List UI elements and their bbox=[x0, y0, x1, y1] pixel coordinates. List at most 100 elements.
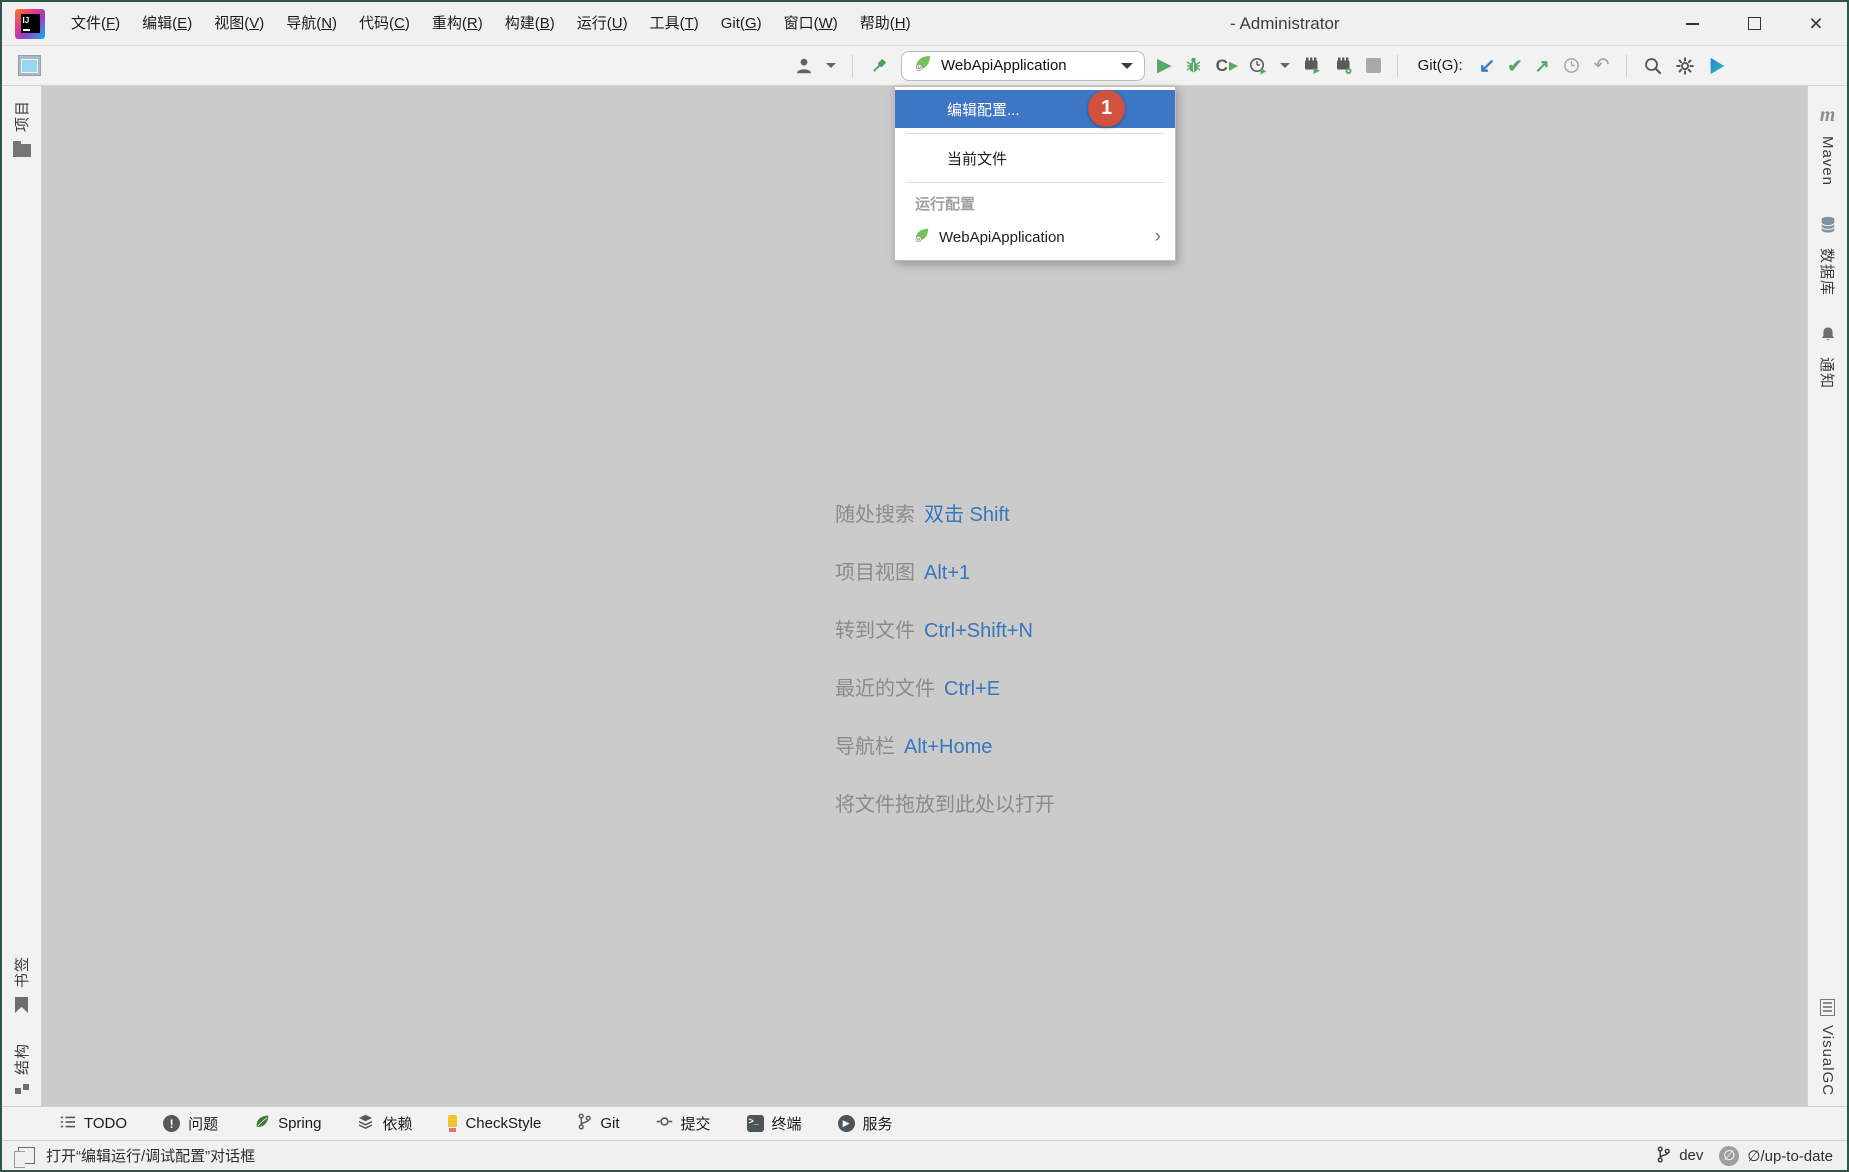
toolbar-separator bbox=[852, 55, 853, 77]
window-title: - Administrator bbox=[1230, 2, 1340, 46]
settings-gear-icon[interactable] bbox=[1675, 56, 1695, 76]
step-annotation-badge: 1 bbox=[1088, 90, 1125, 127]
plugin-logo-icon[interactable] bbox=[1707, 56, 1727, 76]
git-branch-icon bbox=[1656, 1146, 1671, 1167]
menu-git[interactable]: Git(G) bbox=[710, 2, 773, 45]
git-commit-icon[interactable]: ✔ bbox=[1507, 57, 1522, 75]
toolwindow-dependencies[interactable]: 依赖 bbox=[357, 1113, 412, 1134]
toolwindow-todo[interactable]: TODO bbox=[60, 1115, 127, 1133]
hint-navigation-bar: 导航栏 Alt+Home bbox=[835, 731, 1055, 764]
stripe-item-notifications[interactable]: 通知 bbox=[1817, 326, 1838, 389]
popup-section-run-configurations: 运行配置 bbox=[895, 188, 1175, 218]
hint-project-view: 项目视图 Alt+1 bbox=[835, 557, 1055, 590]
menu-file[interactable]: 文件(F) bbox=[60, 2, 131, 45]
bottom-tool-window-bar: TODO ! 问题 Spring 依赖 CheckStyle Git bbox=[2, 1106, 1847, 1140]
stripe-item-project[interactable]: 项目 bbox=[11, 100, 32, 157]
stripe-item-bookmarks[interactable]: 书签 bbox=[11, 956, 32, 1013]
menu-run[interactable]: 运行(U) bbox=[566, 2, 639, 45]
run-configuration-selector[interactable]: WebApiApplication bbox=[901, 51, 1145, 81]
rollback-icon-disabled: ↶ bbox=[1594, 56, 1610, 75]
git-branch-name[interactable]: dev bbox=[1679, 1147, 1703, 1164]
toolwindow-checkstyle[interactable]: CheckStyle bbox=[448, 1115, 541, 1132]
dependencies-layers-icon bbox=[357, 1113, 374, 1134]
maximize-icon bbox=[1748, 17, 1761, 30]
stop-button-disabled bbox=[1366, 58, 1381, 73]
profiler-dropdown-caret-icon[interactable] bbox=[1280, 63, 1290, 68]
spring-boot-icon bbox=[913, 54, 932, 78]
menu-help[interactable]: 帮助(H) bbox=[849, 2, 922, 45]
tool-window-toggle-icon[interactable] bbox=[18, 55, 41, 76]
window-controls: × bbox=[1661, 2, 1847, 45]
keyboard-shortcut-hints: 随处搜索 双击 Shift 项目视图 Alt+1 转到文件 Ctrl+Shift… bbox=[835, 499, 1055, 822]
stripe-item-database[interactable]: 数据库 bbox=[1817, 216, 1838, 296]
maven-stripe-label: Maven bbox=[1819, 136, 1836, 186]
notifications-stripe-label: 通知 bbox=[1817, 357, 1838, 389]
statusbar-toolwindow-icon[interactable] bbox=[18, 1147, 35, 1164]
hint-drop-files: 将文件拖放到此处以打开 bbox=[835, 789, 1055, 822]
toolwindow-commit[interactable]: 提交 bbox=[656, 1113, 711, 1134]
intellij-logo-icon: IJ bbox=[15, 9, 45, 39]
popup-item-edit-configurations[interactable]: 编辑配置... bbox=[895, 90, 1175, 128]
statusbar: 打开“编辑运行/调试配置”对话框 dev ∅ ∅/up-to-date bbox=[2, 1140, 1847, 1170]
user-account-icon[interactable] bbox=[794, 56, 814, 76]
statusbar-left: 打开“编辑运行/调试配置”对话框 bbox=[18, 1145, 255, 1166]
git-update-project-icon[interactable]: ↙ bbox=[1479, 56, 1496, 76]
git-push-icon[interactable]: ↗ bbox=[1534, 57, 1549, 75]
debug-bug-icon[interactable] bbox=[1184, 56, 1204, 76]
commit-icon bbox=[656, 1113, 673, 1134]
terminal-icon: >_ bbox=[747, 1115, 764, 1132]
services-icon: ▶ bbox=[838, 1115, 855, 1132]
menu-tools[interactable]: 工具(T) bbox=[639, 2, 710, 45]
menu-refactor[interactable]: 重构(R) bbox=[421, 2, 494, 45]
close-icon: × bbox=[1809, 12, 1822, 35]
stripe-item-structure[interactable]: 结构 bbox=[11, 1043, 32, 1094]
ide-window: IJ 文件(F) 编辑(E) 视图(V) 导航(N) 代码(C) 重构(R) 构… bbox=[0, 0, 1849, 1172]
toolbar-separator bbox=[1626, 55, 1627, 77]
project-stripe-label: 项目 bbox=[11, 100, 32, 132]
toolwindow-problems[interactable]: ! 问题 bbox=[163, 1113, 218, 1134]
main-toolbar: WebApiApplication ▶ C▶ Git(G): ↙ ✔ bbox=[2, 46, 1847, 86]
history-icon-disabled bbox=[1562, 56, 1582, 76]
spring-leaf-icon bbox=[254, 1114, 270, 1134]
git-branch-icon bbox=[577, 1113, 592, 1134]
menu-edit[interactable]: 编辑(E) bbox=[131, 2, 203, 45]
sync-status-icon[interactable]: ∅ bbox=[1719, 1146, 1739, 1166]
combo-caret-icon bbox=[1121, 63, 1133, 69]
attach-profiler-settings-icon[interactable] bbox=[1334, 56, 1354, 76]
git-toolbar-label: Git(G): bbox=[1418, 57, 1463, 74]
popup-item-webapiapplication[interactable]: WebApiApplication › bbox=[895, 218, 1175, 256]
toolwindow-git[interactable]: Git bbox=[577, 1113, 619, 1134]
statusbar-message: 打开“编辑运行/调试配置”对话框 bbox=[46, 1145, 255, 1166]
stripe-item-visualgc[interactable]: VisualGC bbox=[1819, 999, 1836, 1096]
toolwindow-services[interactable]: ▶ 服务 bbox=[838, 1113, 893, 1134]
menu-build[interactable]: 构建(B) bbox=[494, 2, 566, 45]
menu-code[interactable]: 代码(C) bbox=[348, 2, 421, 45]
sync-status-text: ∅/up-to-date bbox=[1747, 1147, 1833, 1165]
toolbar-separator bbox=[1397, 55, 1398, 77]
search-everywhere-icon[interactable] bbox=[1643, 56, 1663, 76]
maximize-button[interactable] bbox=[1723, 2, 1785, 45]
checkstyle-marker-icon bbox=[448, 1115, 457, 1132]
profiler-icon[interactable] bbox=[1248, 56, 1268, 76]
close-button[interactable]: × bbox=[1785, 2, 1847, 45]
run-with-coverage-icon[interactable]: C▶ bbox=[1216, 56, 1236, 76]
user-dropdown-caret-icon[interactable] bbox=[826, 63, 836, 68]
menu-navigate[interactable]: 导航(N) bbox=[275, 2, 348, 45]
bookmarks-stripe-label: 书签 bbox=[11, 956, 32, 988]
submenu-chevron-icon: › bbox=[1155, 226, 1161, 248]
toolwindow-spring[interactable]: Spring bbox=[254, 1114, 321, 1134]
minimize-button[interactable] bbox=[1661, 2, 1723, 45]
build-hammer-icon[interactable] bbox=[869, 56, 889, 76]
menu-view[interactable]: 视图(V) bbox=[203, 2, 275, 45]
menu-window[interactable]: 窗口(W) bbox=[773, 2, 849, 45]
run-button[interactable]: ▶ bbox=[1157, 56, 1172, 75]
hint-goto-file: 转到文件 Ctrl+Shift+N bbox=[835, 615, 1055, 648]
stripe-item-maven[interactable]: m Maven bbox=[1819, 104, 1836, 186]
toolwindow-terminal[interactable]: >_ 终端 bbox=[747, 1113, 802, 1134]
popup-item-current-file[interactable]: 当前文件 bbox=[895, 139, 1175, 177]
attach-profiler-run-icon[interactable] bbox=[1302, 56, 1322, 76]
run-configuration-popup: 编辑配置... 当前文件 运行配置 WebApiApplication › 1 bbox=[894, 86, 1176, 261]
right-tool-stripe: m Maven 数据库 通知 VisualGC bbox=[1807, 86, 1847, 1106]
project-folder-icon bbox=[13, 144, 31, 157]
bookmark-icon bbox=[15, 997, 28, 1013]
